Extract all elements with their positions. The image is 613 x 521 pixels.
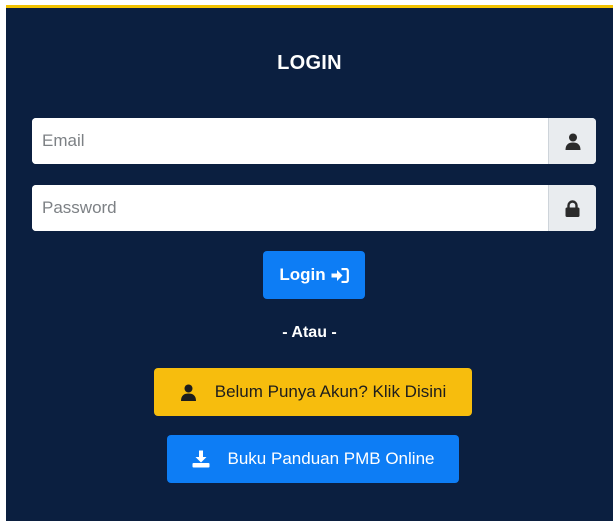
password-input[interactable]	[32, 185, 548, 231]
email-input[interactable]	[32, 118, 548, 164]
divider-text: - Atau -	[282, 324, 337, 341]
register-button[interactable]: Belum Punya Akun? Klik Disini	[154, 368, 472, 416]
password-input-group	[32, 185, 596, 231]
lock-icon	[565, 199, 580, 217]
register-button-label: Belum Punya Akun? Klik Disini	[214, 382, 447, 401]
login-button-label: Login	[279, 265, 326, 284]
password-addon	[548, 185, 596, 231]
guide-button-label: Buku Panduan PMB Online	[227, 449, 435, 468]
user-icon	[565, 133, 581, 150]
email-addon	[548, 118, 596, 164]
user-icon	[180, 384, 197, 401]
guide-download-button[interactable]: Buku Panduan PMB Online	[167, 435, 459, 483]
login-card: LOGIN Login	[6, 5, 613, 521]
sign-in-icon	[331, 267, 349, 283]
download-icon	[192, 450, 210, 468]
login-title: LOGIN	[277, 52, 342, 74]
email-input-group	[32, 118, 596, 164]
login-button[interactable]: Login	[263, 251, 365, 299]
